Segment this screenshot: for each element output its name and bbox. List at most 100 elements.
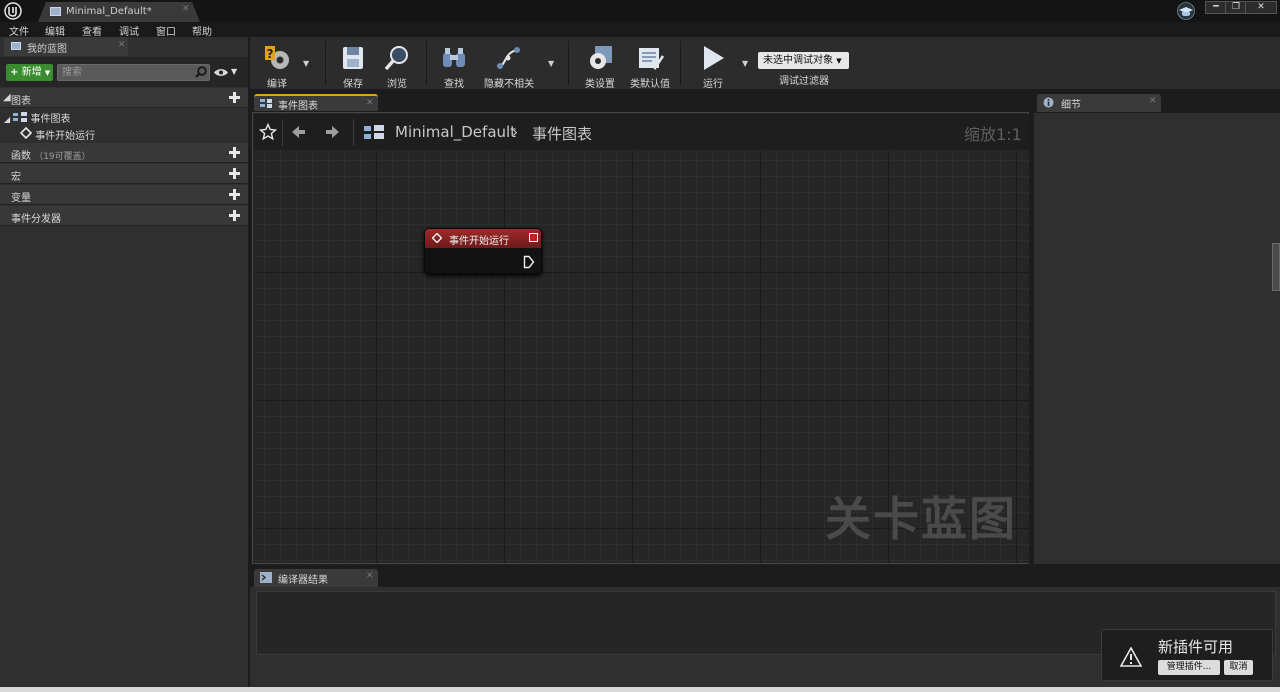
forward-arrow-icon[interactable] xyxy=(325,124,341,140)
section-graphs[interactable]: ◢ 图表 xyxy=(0,88,248,108)
node-header: 事件开始运行 xyxy=(425,229,541,248)
document-tab-label: Minimal_Default* xyxy=(66,6,152,17)
close-window-button[interactable]: ✕ xyxy=(1245,1,1277,14)
close-tab-icon[interactable]: ✕ xyxy=(1149,96,1157,106)
class-settings-button[interactable]: 类设置 xyxy=(577,41,623,90)
binoculars-icon xyxy=(443,48,465,67)
scrollbar-handle[interactable] xyxy=(1272,243,1280,291)
compile-label: 编译 xyxy=(267,79,287,90)
tab-details[interactable]: 细节 ✕ xyxy=(1037,94,1161,112)
section-macros-label: 宏 xyxy=(11,172,21,183)
svg-text:?: ? xyxy=(267,47,274,61)
play-options-chevron-icon[interactable]: ▼ xyxy=(742,59,748,68)
add-macro-button[interactable] xyxy=(229,168,240,179)
compile-options-chevron-icon[interactable]: ▼ xyxy=(303,59,309,68)
unreal-logo-icon xyxy=(4,2,22,20)
tab-event-graph[interactable]: 事件图表 ✕ xyxy=(254,94,378,112)
level-blueprint-watermark: 关卡蓝图 xyxy=(825,492,1017,546)
tree-item-event-graph[interactable]: ◢ 事件图表 xyxy=(4,110,71,125)
exec-output-pin-icon[interactable] xyxy=(523,255,535,269)
section-macros[interactable]: 宏 xyxy=(0,164,248,184)
blueprint-doc-icon xyxy=(50,7,61,16)
section-dispatchers[interactable]: 事件分发器 xyxy=(0,206,248,226)
menu-view[interactable]: 查看 xyxy=(82,23,102,38)
star-icon[interactable] xyxy=(259,123,277,141)
tree-item-event-graph-label: 事件图表 xyxy=(30,114,71,125)
section-variables-label: 变量 xyxy=(11,193,31,204)
section-functions[interactable]: 函数 （19可覆盖） xyxy=(0,143,248,163)
menu-file[interactable]: 文件 xyxy=(9,23,29,38)
blueprint-graph-icon xyxy=(364,125,384,139)
class-defaults-button[interactable]: 类默认值 xyxy=(627,41,673,90)
menu-debug[interactable]: 调试 xyxy=(119,23,139,38)
close-tab-icon[interactable]: ✕ xyxy=(366,571,374,581)
graph-icon xyxy=(260,99,272,108)
menu-bar: 文件 编辑 查看 调试 窗口 帮助 xyxy=(0,22,1280,38)
debug-filter-label: 调试过滤器 xyxy=(779,76,829,87)
section-variables[interactable]: 变量 xyxy=(0,185,248,205)
find-button[interactable]: 查找 xyxy=(431,41,477,90)
add-new-button[interactable]: + 新增 ▼ xyxy=(6,64,53,81)
graph-canvas[interactable]: 事件开始运行 关卡蓝图 xyxy=(254,150,1029,563)
close-tab-icon[interactable]: ✕ xyxy=(366,98,374,108)
browse-button[interactable]: 浏览 xyxy=(374,41,420,90)
tab-event-graph-label: 事件图表 xyxy=(278,101,318,112)
menu-edit[interactable]: 编辑 xyxy=(45,23,65,38)
details-info-icon xyxy=(1043,97,1054,108)
hide-unrelated-icon xyxy=(497,47,520,69)
collapse-arrow-icon: ◢ xyxy=(4,115,11,124)
hide-unrelated-chevron-icon[interactable]: ▼ xyxy=(548,59,554,68)
tab-compiler-results[interactable]: 编译器结果 ✕ xyxy=(254,569,378,587)
save-label: 保存 xyxy=(343,79,363,90)
compile-button[interactable]: ? 编译 xyxy=(254,41,300,90)
hide-unrelated-button[interactable]: 隐藏不相关 xyxy=(482,41,536,90)
compile-icon: ? xyxy=(265,46,289,69)
menu-help[interactable]: 帮助 xyxy=(192,23,212,38)
my-blueprint-tab[interactable]: 我的蓝图 ✕ xyxy=(4,37,128,56)
compiler-results-icon xyxy=(260,572,272,583)
browse-label: 浏览 xyxy=(387,79,407,90)
tree-item-begin-play[interactable]: 事件开始运行 xyxy=(19,126,96,142)
document-tab[interactable]: Minimal_Default* xyxy=(38,2,200,22)
close-tab-icon[interactable]: ✕ xyxy=(182,4,190,14)
minimize-button[interactable]: ━ xyxy=(1205,1,1227,14)
toolbar-divider xyxy=(325,41,326,85)
event-begin-play-node[interactable]: 事件开始运行 xyxy=(424,228,542,274)
chevron-down-icon[interactable]: ▼ xyxy=(231,67,237,76)
maximize-button[interactable]: ❐ xyxy=(1225,1,1247,14)
class-defaults-label: 类默认值 xyxy=(630,79,670,90)
add-function-button[interactable] xyxy=(229,147,240,158)
breadcrumb-divider xyxy=(353,119,354,146)
eye-icon[interactable] xyxy=(213,68,229,77)
learn-hat-icon[interactable] xyxy=(1176,2,1196,20)
menu-window[interactable]: 窗口 xyxy=(156,23,176,38)
add-dispatcher-button[interactable] xyxy=(229,210,240,221)
taskbar-strip xyxy=(0,687,1280,692)
hide-unrelated-label: 隐藏不相关 xyxy=(484,79,534,90)
add-variable-button[interactable] xyxy=(229,189,240,200)
back-arrow-icon[interactable] xyxy=(290,124,306,140)
breadcrumb-current: 事件图表 xyxy=(532,125,593,143)
toolbar-divider xyxy=(680,41,681,85)
play-icon xyxy=(704,46,724,70)
search-icon[interactable] xyxy=(195,66,207,78)
search-input[interactable] xyxy=(57,64,210,81)
chevron-down-icon: ▼ xyxy=(44,69,51,77)
delegate-pin-icon[interactable] xyxy=(529,233,538,242)
play-label: 运行 xyxy=(703,79,723,90)
manage-plugins-button[interactable]: 管理插件... xyxy=(1158,660,1220,675)
close-tab-icon[interactable]: ✕ xyxy=(118,40,126,50)
tree-item-begin-play-label: 事件开始运行 xyxy=(35,131,96,142)
add-graph-button[interactable] xyxy=(229,92,240,103)
cancel-button[interactable]: 取消 xyxy=(1224,660,1253,675)
collapse-arrow-icon: ◢ xyxy=(3,92,11,103)
tab-details-label: 细节 xyxy=(1061,100,1081,111)
breadcrumb-root[interactable]: Minimal_Default xyxy=(395,123,516,141)
play-button[interactable]: 运行 xyxy=(690,41,736,90)
warning-icon xyxy=(1120,647,1142,667)
event-diamond-icon xyxy=(19,126,33,140)
class-settings-gear-icon xyxy=(590,46,612,69)
save-button[interactable]: 保存 xyxy=(330,41,376,90)
section-dispatchers-label: 事件分发器 xyxy=(11,214,61,225)
debug-object-select[interactable]: 未选中调试对象 ▼ xyxy=(758,52,849,69)
